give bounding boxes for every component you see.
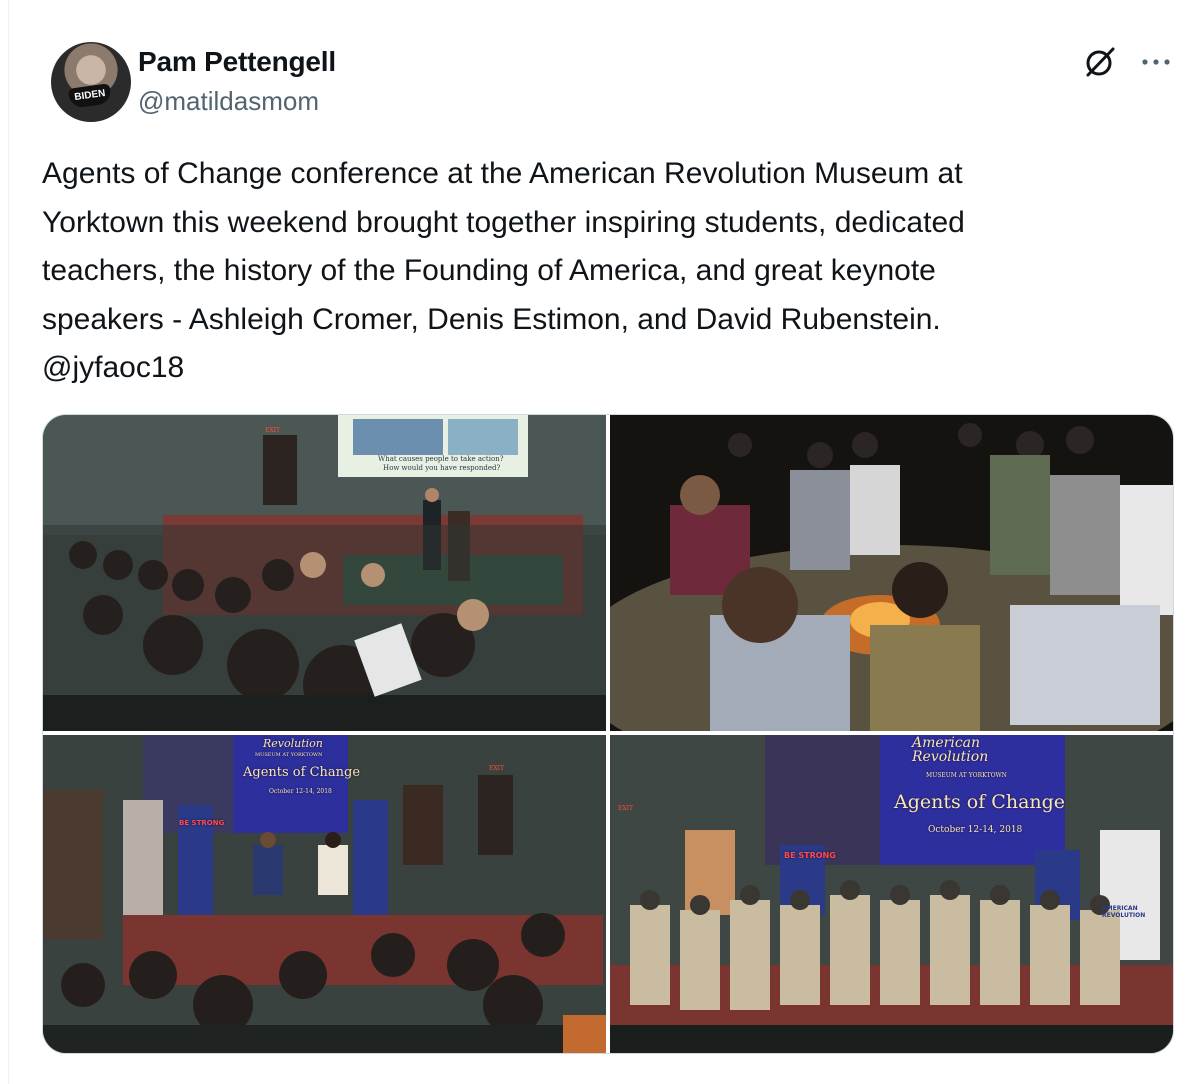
author-avatar[interactable]: BIDEN: [51, 42, 131, 122]
photo-campfire[interactable]: [610, 415, 1173, 731]
side-banner-text: AMERICAN REVOLUTION: [1102, 905, 1146, 919]
slide-caption-1: What causes people to take action?: [378, 455, 504, 463]
tweet-text: Agents of Change conference at the Ameri…: [42, 157, 965, 384]
screen-date: October 12-14, 2018: [928, 825, 1023, 835]
screen-title: Agents of Change: [243, 765, 361, 780]
screen-subtitle: MUSEUM AT YORKTOWN: [255, 752, 323, 758]
author-handle[interactable]: @matildasmom: [138, 86, 319, 117]
screen-brand-line2: Revolution: [912, 749, 989, 765]
avatar-mask-text: BIDEN: [67, 83, 113, 109]
screen-brand: Revolution: [263, 737, 323, 750]
exit-sign: EXIT: [265, 427, 281, 434]
exit-sign: EXIT: [618, 805, 634, 812]
slide-caption-2: How would you have responded?: [383, 464, 501, 472]
photo-panel-discussion[interactable]: Revolution MUSEUM AT YORKTOWN Agents of …: [43, 735, 606, 1053]
author-name[interactable]: Pam Pettengell: [138, 46, 336, 78]
screen-date: October 12-14, 2018: [269, 788, 332, 795]
grok-icon[interactable]: [1082, 44, 1118, 80]
screen-subtitle: MUSEUM AT YORKTOWN: [926, 772, 1007, 779]
photo-auditorium-lecture[interactable]: What causes people to take action? How w…: [43, 415, 606, 731]
more-options-icon[interactable]: [1140, 48, 1172, 76]
banner-be-strong: BE STRONG: [179, 819, 225, 827]
photo-group[interactable]: American Revolution MUSEUM AT YORKTOWN A…: [610, 735, 1173, 1053]
banner-be-strong: BE STRONG: [784, 851, 836, 860]
exit-sign: EXIT: [489, 765, 505, 772]
media-grid: What causes people to take action? How w…: [42, 414, 1174, 1054]
screen-title: Agents of Change: [894, 791, 1066, 813]
